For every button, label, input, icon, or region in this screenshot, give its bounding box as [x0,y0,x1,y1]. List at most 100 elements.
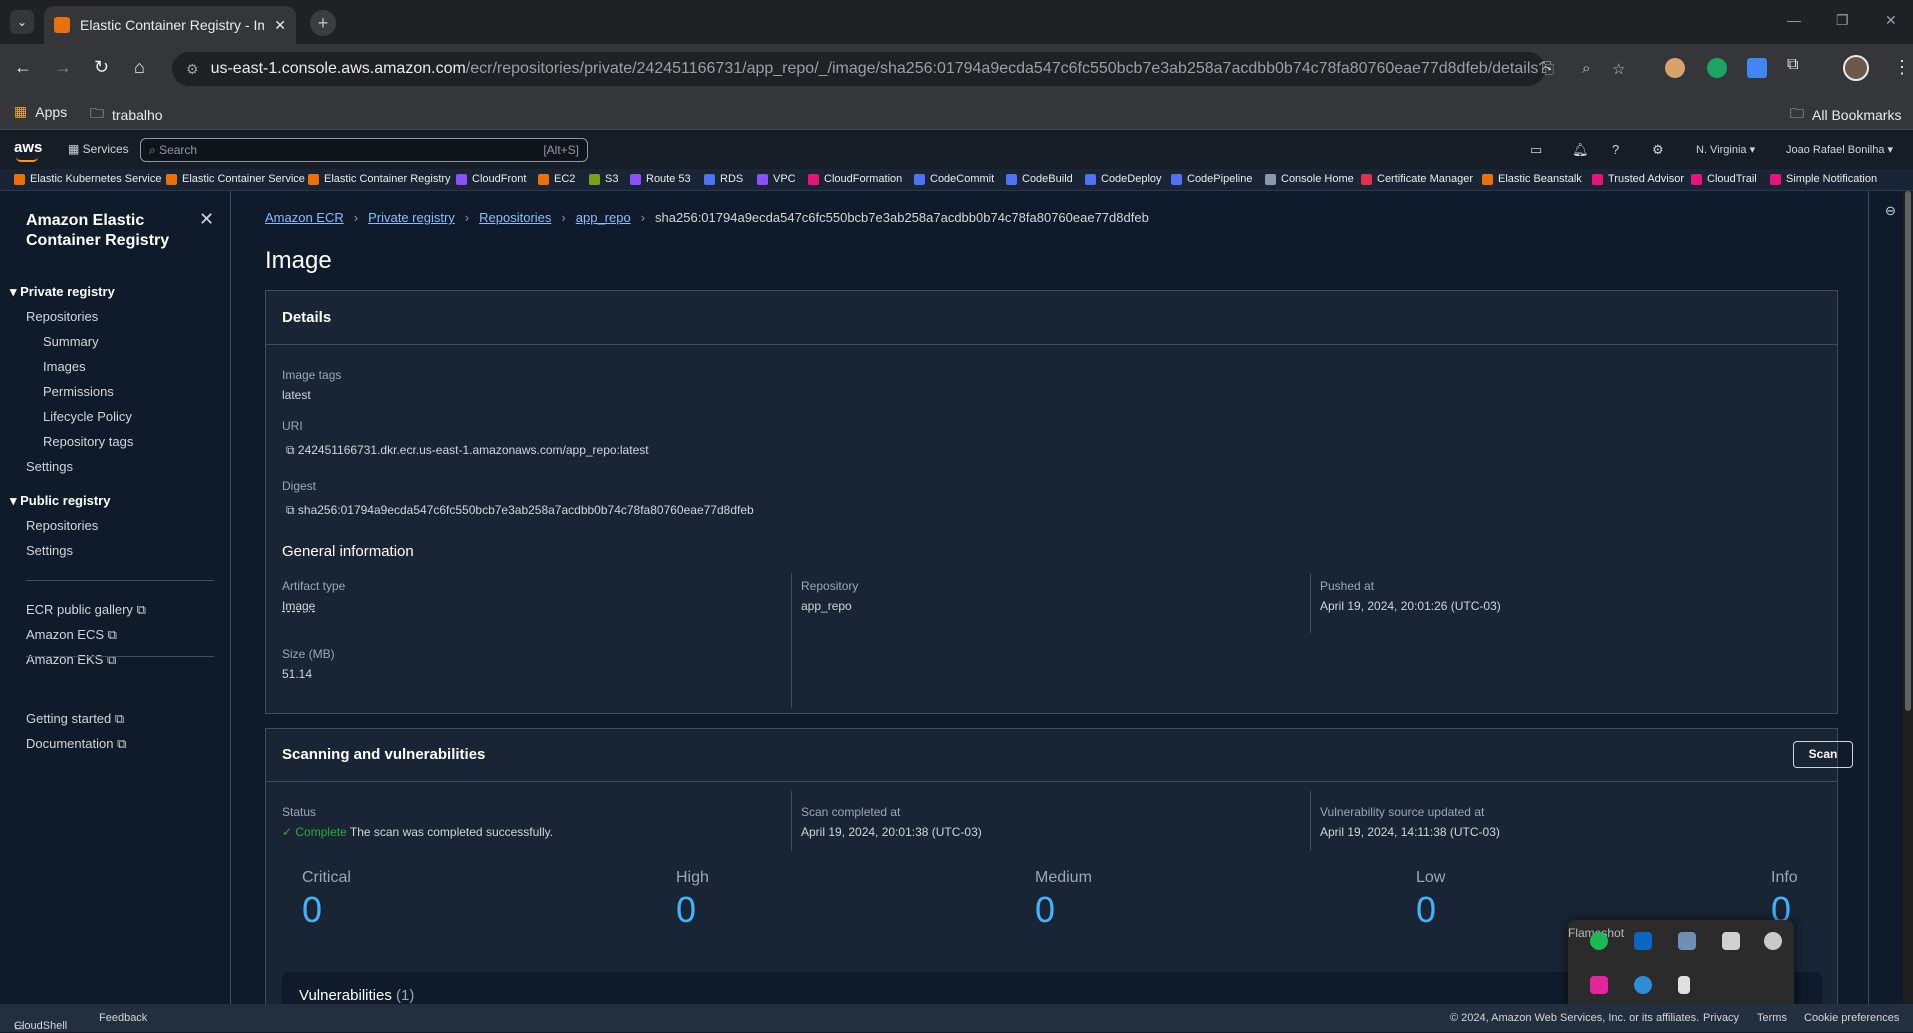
favorite-cloudtrail[interactable]: CloudTrail [1691,173,1757,185]
home-icon[interactable]: ⌂ [134,57,145,78]
user-menu[interactable]: Joao Rafael Bonilha ▾ [1786,143,1893,156]
low-label: Low [1416,869,1446,886]
favorite-cloudformation[interactable]: CloudFormation [808,173,902,185]
sidebar-item-public-settings[interactable]: Settings [26,543,73,558]
sidebar-item-summary[interactable]: Summary [43,334,99,349]
security-shield-tray-icon[interactable] [1634,976,1652,994]
favorite-route-53[interactable]: Route 53 [630,173,691,185]
spotify-tray-icon[interactable] [1590,932,1608,950]
getting-started-link[interactable]: Getting started ⧉ [26,711,124,727]
documentation-link[interactable]: Documentation ⧉ [26,736,126,752]
breadcrumb-private-registry[interactable]: Private registry [368,210,455,225]
service-icon [704,173,715,185]
info-panel-toggle-icon[interactable]: ⊖ [1885,203,1896,219]
favorite-elastic-beanstalk[interactable]: Elastic Beanstalk [1482,173,1582,185]
notifications-bell-icon[interactable]: 🔔︎ [1572,142,1589,158]
display-tray-icon[interactable] [1678,932,1696,950]
browser-tab-active[interactable]: Elastic Container Registry - Ima ✕ [44,6,296,44]
help-icon[interactable]: ? [1612,142,1619,157]
flameshot-tray-icon[interactable] [1590,976,1608,994]
favorite-label: S3 [605,173,619,185]
linkedin-tray-icon[interactable] [1634,932,1652,950]
search-input[interactable]: ⌕ Search [Alt+S] [140,138,588,162]
favorite-cloudfront[interactable]: CloudFront [456,173,526,185]
back-arrow-icon[interactable]: ← [14,57,32,78]
copy-icon[interactable]: ⧉ [286,503,298,517]
scrollbar-thumb[interactable] [1905,191,1911,711]
minimize-icon[interactable]: — [1787,12,1801,28]
reload-icon[interactable]: ↻ [94,57,109,78]
column-divider [1310,573,1311,633]
breadcrumb-repositories[interactable]: Repositories [479,210,551,225]
close-window-icon[interactable]: ✕ [1885,12,1897,29]
favorite-codedeploy[interactable]: CodeDeploy [1085,173,1162,185]
sidebar-item-public-repositories[interactable]: Repositories [26,518,98,533]
bookmark-trabalho[interactable]: 🗀 trabalho [90,103,163,127]
sidebar-item-repository-tags[interactable]: Repository tags [43,434,133,449]
favorite-vpc[interactable]: VPC [757,173,796,185]
favorite-console-home[interactable]: Console Home [1265,173,1354,185]
sidebar-item-repositories[interactable]: Repositories [26,309,98,324]
translate-extension-icon[interactable] [1747,58,1767,78]
sidebar-item-images[interactable]: Images [43,359,86,374]
service-icon [589,173,600,185]
sidebar-item-lifecycle-policy[interactable]: Lifecycle Policy [43,409,132,424]
favorite-codebuild[interactable]: CodeBuild [1006,173,1073,185]
bookmark-apps[interactable]: ▦ Apps [14,103,67,120]
breadcrumb-app-repo[interactable]: app_repo [576,210,631,225]
bookmark-star-icon[interactable]: ☆ [1612,60,1625,78]
favorite-trusted-advisor[interactable]: Trusted Advisor [1592,173,1684,185]
services-button[interactable]: ▦ Services [68,142,129,156]
favorite-elastic-kubernetes-service[interactable]: Elastic Kubernetes Service [14,173,161,185]
copy-icon[interactable]: ⧉ [286,443,298,457]
usb-device-tray-icon[interactable] [1678,976,1690,994]
favorite-codepipeline[interactable]: CodePipeline [1171,173,1252,185]
favorite-elastic-container-service[interactable]: Elastic Container Service [166,173,305,185]
extensions-puzzle-icon[interactable]: ⧉ [1787,56,1807,76]
address-bar[interactable]: ⚙ us-east-1.console.aws.amazon.com/ecr/r… [172,52,1625,86]
all-bookmarks[interactable]: 🗀 All Bookmarks [1790,103,1901,127]
sidebar-item-permissions[interactable]: Permissions [43,384,114,399]
extension-icon-2[interactable] [1707,58,1727,78]
cookie-preferences-link[interactable]: Cookie preferences [1804,1012,1899,1024]
extension-icon-1[interactable] [1665,58,1685,78]
favorite-s3[interactable]: S3 [589,173,618,185]
main-content: Amazon ECR › Private registry › Repositori… [232,191,1868,1004]
favorite-codecommit[interactable]: CodeCommit [914,173,994,185]
public-registry-section[interactable]: ▾ Public registry [10,493,110,509]
translate-icon[interactable]: ⎘ [1542,60,1554,77]
sidebar-item-settings[interactable]: Settings [26,459,73,474]
restore-icon[interactable]: ❐ [1836,12,1849,29]
favorite-simple-notification[interactable]: Simple Notification [1770,173,1877,185]
tab-close-icon[interactable]: ✕ [274,17,286,34]
cloudshell-icon[interactable]: ▭ [1530,142,1542,158]
favorite-ec2[interactable]: EC2 [538,173,575,185]
monitor-tray-icon[interactable] [1722,932,1740,950]
terms-link[interactable]: Terms [1757,1012,1787,1024]
favorite-rds[interactable]: RDS [704,173,743,185]
profile-avatar[interactable] [1843,55,1869,81]
scan-button[interactable]: Scan [1793,741,1853,768]
favorite-certificate-manager[interactable]: Certificate Manager [1361,173,1473,185]
new-tab-plus-icon[interactable]: + [310,10,336,36]
close-sidebar-icon[interactable]: ✕ [199,209,214,230]
site-info-icon[interactable]: ⚙ [186,61,199,78]
page-scrollbar[interactable] [1903,191,1913,1004]
settings-gear-icon[interactable]: ⚙ [1652,142,1664,158]
ecr-public-gallery-link[interactable]: ECR public gallery ⧉ [26,602,146,618]
region-selector[interactable]: N. Virginia ▾ [1696,143,1755,156]
favorite-elastic-container-registry[interactable]: Elastic Container Registry [308,173,451,185]
onedrive-error-tray-icon[interactable] [1764,932,1782,950]
feedback-link[interactable]: Feedback [99,1012,147,1024]
zoom-icon[interactable]: ⌕ [1582,60,1590,77]
artifact-type-value[interactable]: Image [282,599,315,613]
tab-search-chevron-icon[interactable]: ⌄ [10,10,34,34]
browser-menu-icon[interactable]: ⋮ [1893,57,1911,78]
amazon-ecs-link[interactable]: Amazon ECS ⧉ [26,627,117,643]
breadcrumb-amazon-ecr[interactable]: Amazon ECR [265,210,344,225]
aws-logo[interactable]: aws [14,139,42,162]
forward-arrow-icon[interactable]: → [54,57,72,78]
privacy-link[interactable]: Privacy [1703,1012,1739,1024]
private-registry-section[interactable]: ▾ Private registry [10,284,115,300]
caret-down-icon: ▾ [10,284,21,299]
